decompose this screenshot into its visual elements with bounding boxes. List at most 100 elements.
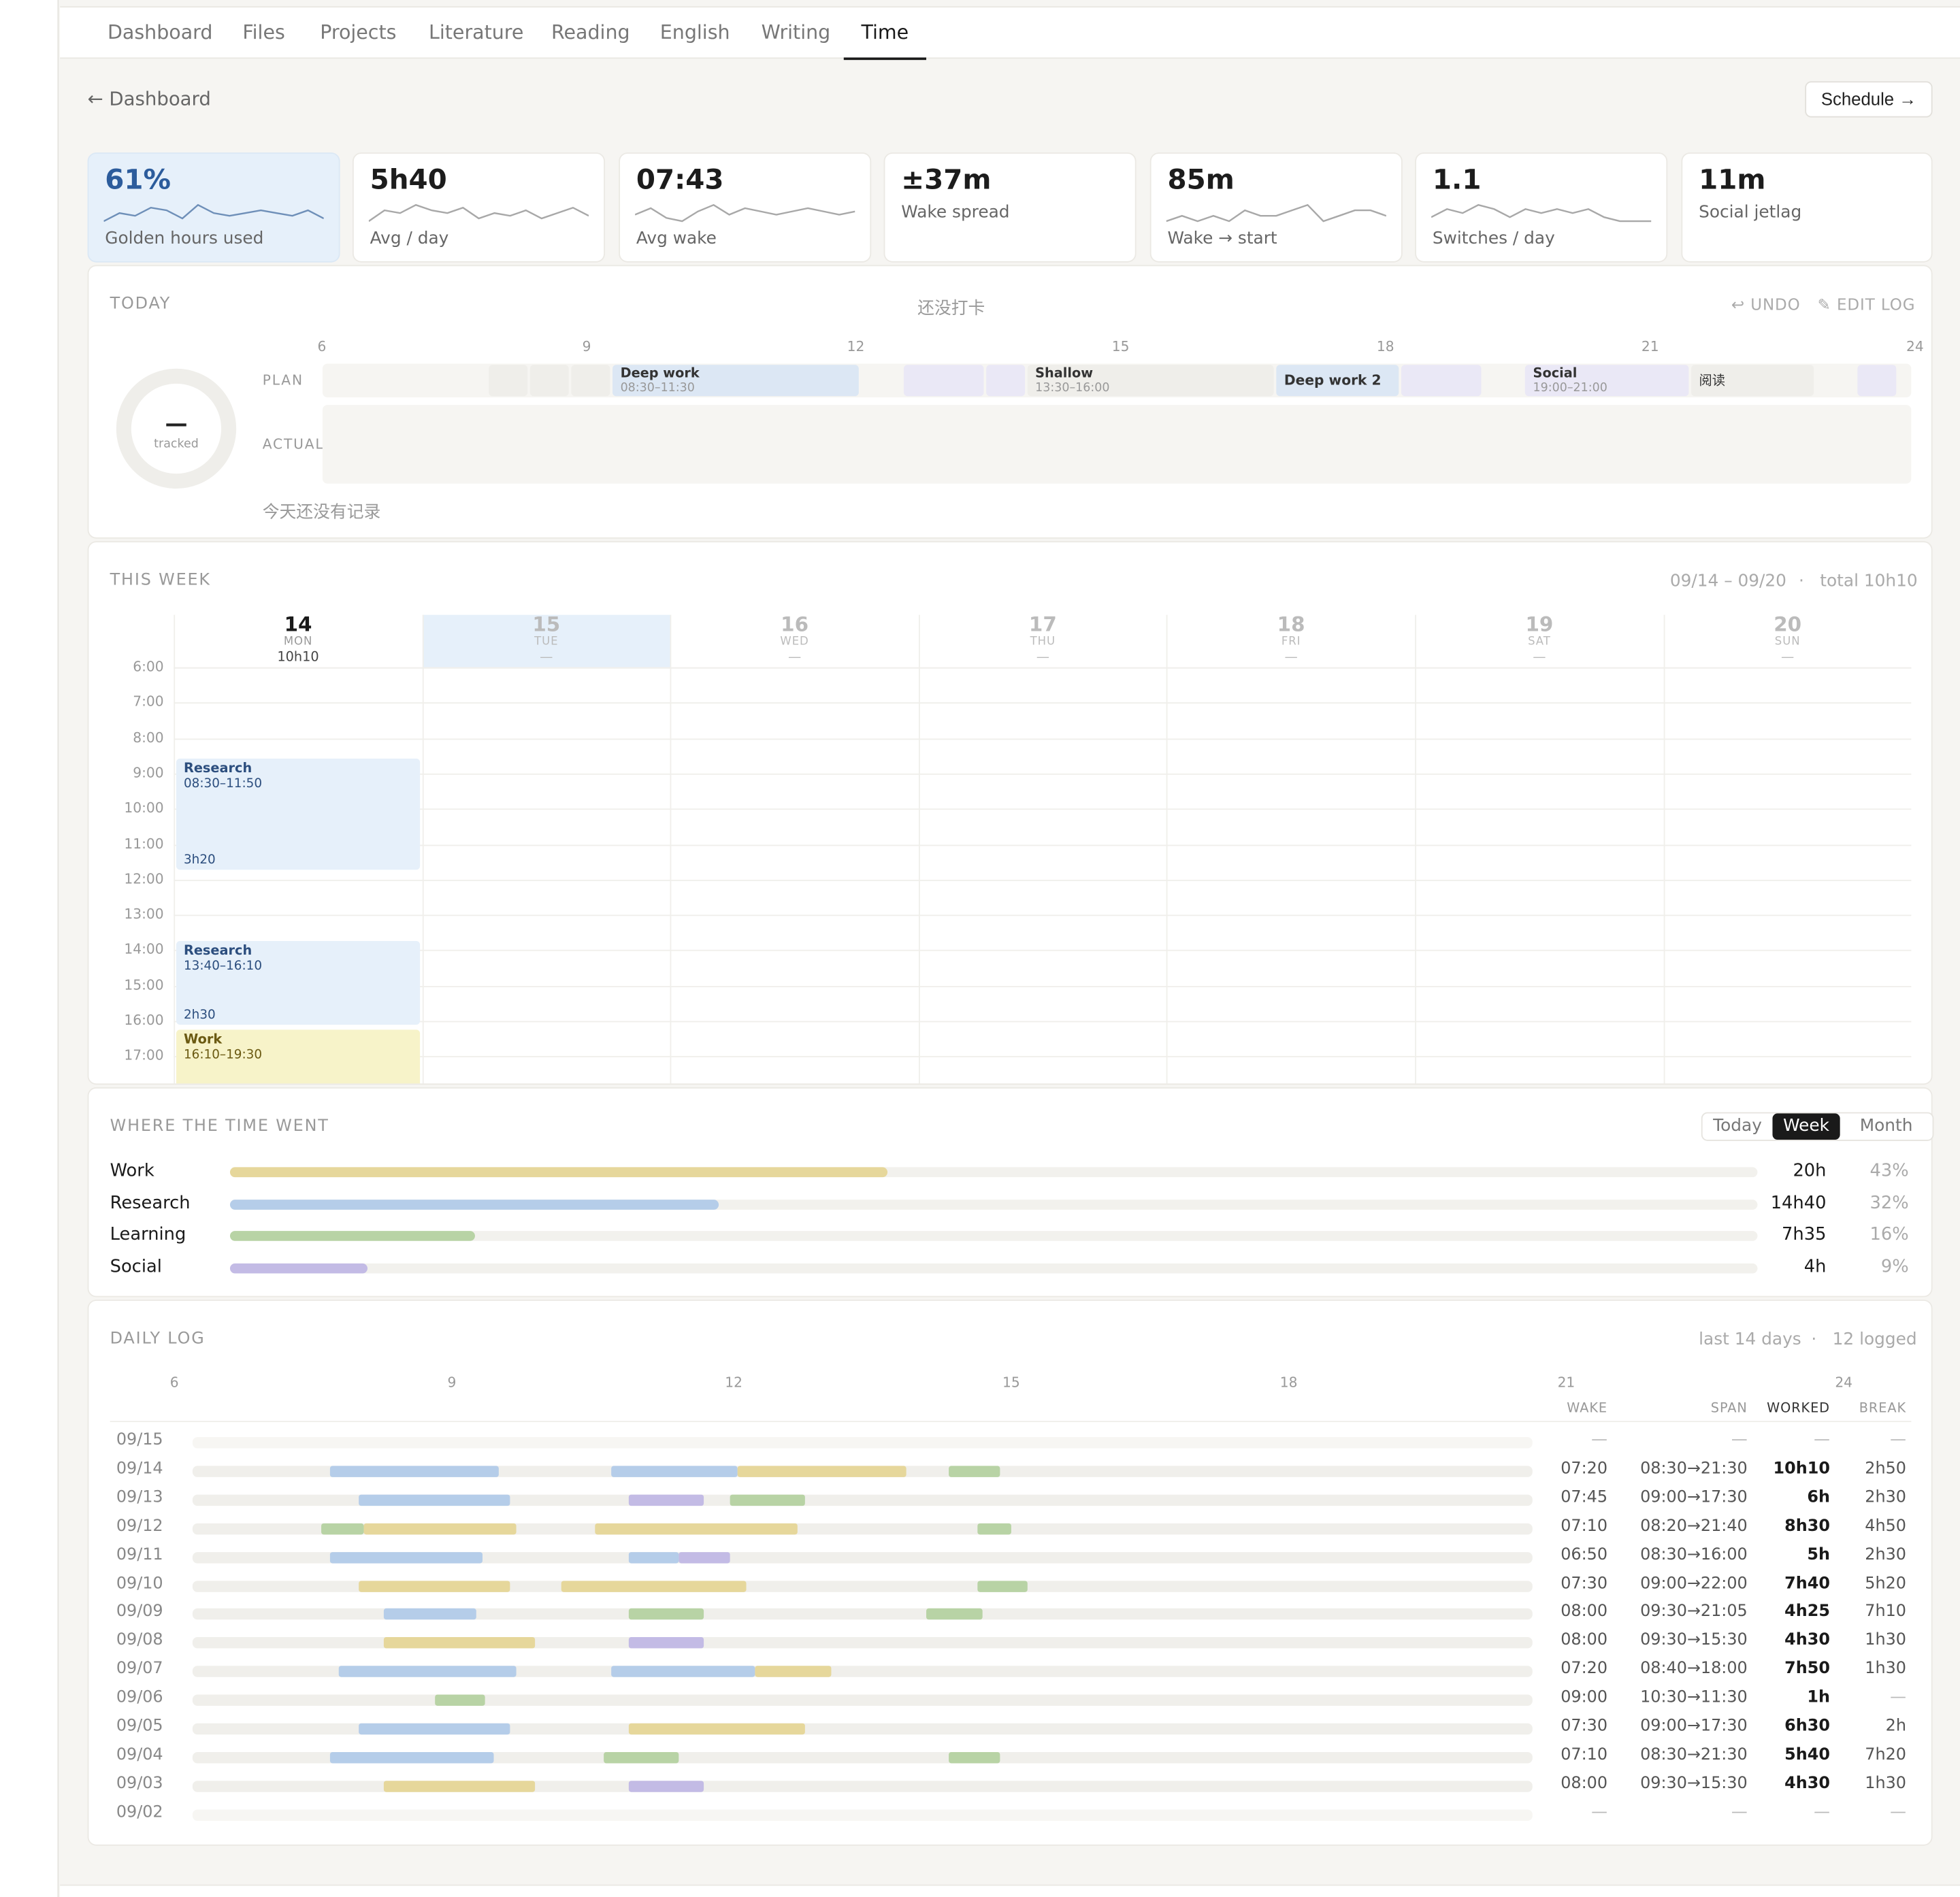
log-break: 2h50 bbox=[1865, 1459, 1907, 1479]
day-number: 18 bbox=[1277, 612, 1305, 636]
log-row[interactable]: 09/13 07:45 09:00→17:30 6h 2h30 bbox=[88, 1488, 1933, 1513]
day-weekday: THU bbox=[1030, 636, 1056, 649]
day-header[interactable]: 16 WED — bbox=[670, 613, 919, 665]
top-nav: Dashboard Files Projects Literature Read… bbox=[60, 6, 1960, 61]
plan-block[interactable] bbox=[488, 365, 527, 397]
log-segment bbox=[949, 1466, 1000, 1477]
log-segment bbox=[730, 1494, 806, 1506]
plan-block[interactable]: Deep work 2 bbox=[1276, 365, 1399, 397]
log-worked: 7h40 bbox=[1784, 1574, 1830, 1593]
log-break: — bbox=[1890, 1688, 1907, 1708]
log-date: 09/15 bbox=[116, 1430, 163, 1450]
plan-block[interactable] bbox=[903, 365, 984, 397]
day-header[interactable]: 19 SAT — bbox=[1415, 613, 1664, 665]
plan-block[interactable]: Shallow 13:30–16:00 bbox=[1028, 365, 1275, 397]
week-title: THIS WEEK bbox=[110, 571, 211, 590]
log-row[interactable]: 09/03 08:00 09:30→15:30 4h30 1h30 bbox=[88, 1775, 1933, 1800]
plan-block-title: Shallow bbox=[1035, 366, 1094, 382]
category-name: Social bbox=[110, 1256, 162, 1277]
tab-writing[interactable]: Writing bbox=[762, 7, 831, 60]
log-segment bbox=[384, 1637, 536, 1649]
tab-files[interactable]: Files bbox=[242, 7, 284, 60]
edit-log-button[interactable]: ✎ EDIT LOG bbox=[1818, 295, 1916, 314]
plan-block-time: 08:30–11:30 bbox=[620, 381, 695, 395]
hour-label: 7:00 bbox=[133, 693, 164, 710]
log-row[interactable]: 09/14 07:20 08:30→21:30 10h10 2h50 bbox=[88, 1459, 1933, 1485]
log-segment bbox=[628, 1723, 806, 1735]
tab-english[interactable]: English bbox=[660, 7, 730, 60]
log-row[interactable]: 09/08 08:00 09:30→15:30 4h30 1h30 bbox=[88, 1631, 1933, 1656]
log-row[interactable]: 09/06 09:00 10:30→11:30 1h — bbox=[88, 1688, 1933, 1713]
log-segment bbox=[339, 1666, 517, 1678]
log-timeline bbox=[192, 1494, 1533, 1506]
hour-label: 8:00 bbox=[133, 729, 164, 746]
actual-track[interactable] bbox=[322, 405, 1912, 484]
log-row[interactable]: 09/05 07:30 09:00→17:30 6h30 2h bbox=[88, 1717, 1933, 1743]
plan-block[interactable] bbox=[529, 365, 569, 397]
sparkline-path bbox=[1431, 203, 1652, 222]
back-to-dashboard-link[interactable]: ← Dashboard bbox=[88, 88, 211, 110]
range-week-tab[interactable]: Week bbox=[1772, 1113, 1840, 1140]
log-row[interactable]: 09/12 07:10 08:20→21:40 8h30 4h50 bbox=[88, 1517, 1933, 1542]
tab-time[interactable]: Time bbox=[843, 7, 926, 61]
log-row[interactable]: 09/07 07:20 08:40→18:00 7h50 1h30 bbox=[88, 1660, 1933, 1685]
day-header[interactable]: 20 SUN — bbox=[1663, 612, 1912, 665]
stat-card: 85m Wake → start bbox=[1149, 152, 1403, 263]
tab-literature[interactable]: Literature bbox=[429, 7, 523, 60]
hour-tick: 21 bbox=[1557, 1374, 1575, 1391]
day-divider bbox=[1166, 614, 1169, 1084]
log-wake: — bbox=[1591, 1802, 1608, 1822]
plan-block[interactable]: Social 19:00–21:00 bbox=[1525, 365, 1689, 397]
day-number: 20 bbox=[1774, 612, 1802, 636]
plan-block[interactable] bbox=[1857, 365, 1897, 397]
log-segment bbox=[628, 1780, 704, 1792]
grid-line bbox=[174, 1021, 1912, 1023]
log-worked: 6h bbox=[1807, 1488, 1830, 1507]
event-time: 16:10–19:30 bbox=[183, 1048, 263, 1062]
log-row[interactable]: 09/09 08:00 09:30→21:05 4h25 7h10 bbox=[88, 1602, 1933, 1628]
day-header[interactable]: 14 MON 10h10 bbox=[174, 613, 423, 665]
day-header[interactable]: 18 FRI — bbox=[1166, 612, 1416, 665]
log-segment bbox=[358, 1580, 510, 1591]
day-header[interactable]: 15 TUE — bbox=[422, 613, 671, 665]
tab-dashboard[interactable]: Dashboard bbox=[108, 7, 212, 60]
undo-button[interactable]: ↩ UNDO bbox=[1731, 295, 1801, 314]
tab-projects[interactable]: Projects bbox=[320, 7, 396, 60]
day-weekday: SUN bbox=[1774, 636, 1801, 649]
log-row[interactable]: 09/10 07:30 09:00→22:00 7h40 5h20 bbox=[88, 1574, 1933, 1599]
log-timeline bbox=[192, 1551, 1533, 1563]
day-total: 10h10 bbox=[277, 650, 319, 665]
donut-value: — bbox=[165, 411, 188, 438]
range-month-tab[interactable]: Month bbox=[1840, 1113, 1933, 1140]
category-hours: 14h40 bbox=[1770, 1193, 1827, 1213]
log-row[interactable]: 09/02 — — — — bbox=[88, 1803, 1933, 1828]
hour-tick: 24 bbox=[1835, 1374, 1853, 1391]
log-logged: 12 logged bbox=[1832, 1330, 1917, 1350]
log-wake: 06:50 bbox=[1561, 1545, 1608, 1564]
log-row[interactable]: 09/15 — — — — bbox=[88, 1431, 1933, 1456]
plan-block[interactable] bbox=[571, 365, 610, 397]
range-today-tab[interactable]: Today bbox=[1703, 1113, 1773, 1140]
plan-block[interactable]: 阅读 bbox=[1691, 365, 1814, 397]
plan-block[interactable] bbox=[1401, 365, 1482, 397]
log-row[interactable]: 09/11 06:50 08:30→16:00 5h 2h30 bbox=[88, 1545, 1933, 1570]
day-header[interactable]: 17 THU — bbox=[919, 613, 1168, 665]
calendar-event[interactable]: Research 13:40–16:10 2h30 bbox=[176, 941, 420, 1025]
range-toggle: Today Week Month bbox=[1701, 1112, 1934, 1141]
stat-label: Switches / day bbox=[1432, 229, 1555, 249]
log-timeline bbox=[192, 1809, 1533, 1821]
schedule-button[interactable]: Schedule → bbox=[1805, 81, 1933, 118]
actual-label: ACTUAL bbox=[262, 435, 325, 452]
category-name: Research bbox=[110, 1193, 191, 1213]
hour-label: 11:00 bbox=[124, 835, 164, 852]
stat-card: ±37m Wake spread bbox=[883, 152, 1137, 263]
log-worked: 4h30 bbox=[1784, 1631, 1830, 1650]
calendar-event[interactable]: Research 08:30–11:50 3h20 bbox=[176, 758, 420, 870]
plan-block[interactable] bbox=[986, 365, 1026, 397]
tab-reading[interactable]: Reading bbox=[551, 7, 630, 60]
calendar-event[interactable]: Work 16:10–19:30 bbox=[176, 1029, 420, 1084]
plan-block[interactable]: Deep work 08:30–11:30 bbox=[612, 365, 860, 397]
log-row[interactable]: 09/04 07:10 08:30→21:30 5h40 7h20 bbox=[88, 1746, 1933, 1771]
day-total: — bbox=[1284, 650, 1298, 665]
week-range: 09/14 – 09/20 bbox=[1669, 571, 1786, 591]
